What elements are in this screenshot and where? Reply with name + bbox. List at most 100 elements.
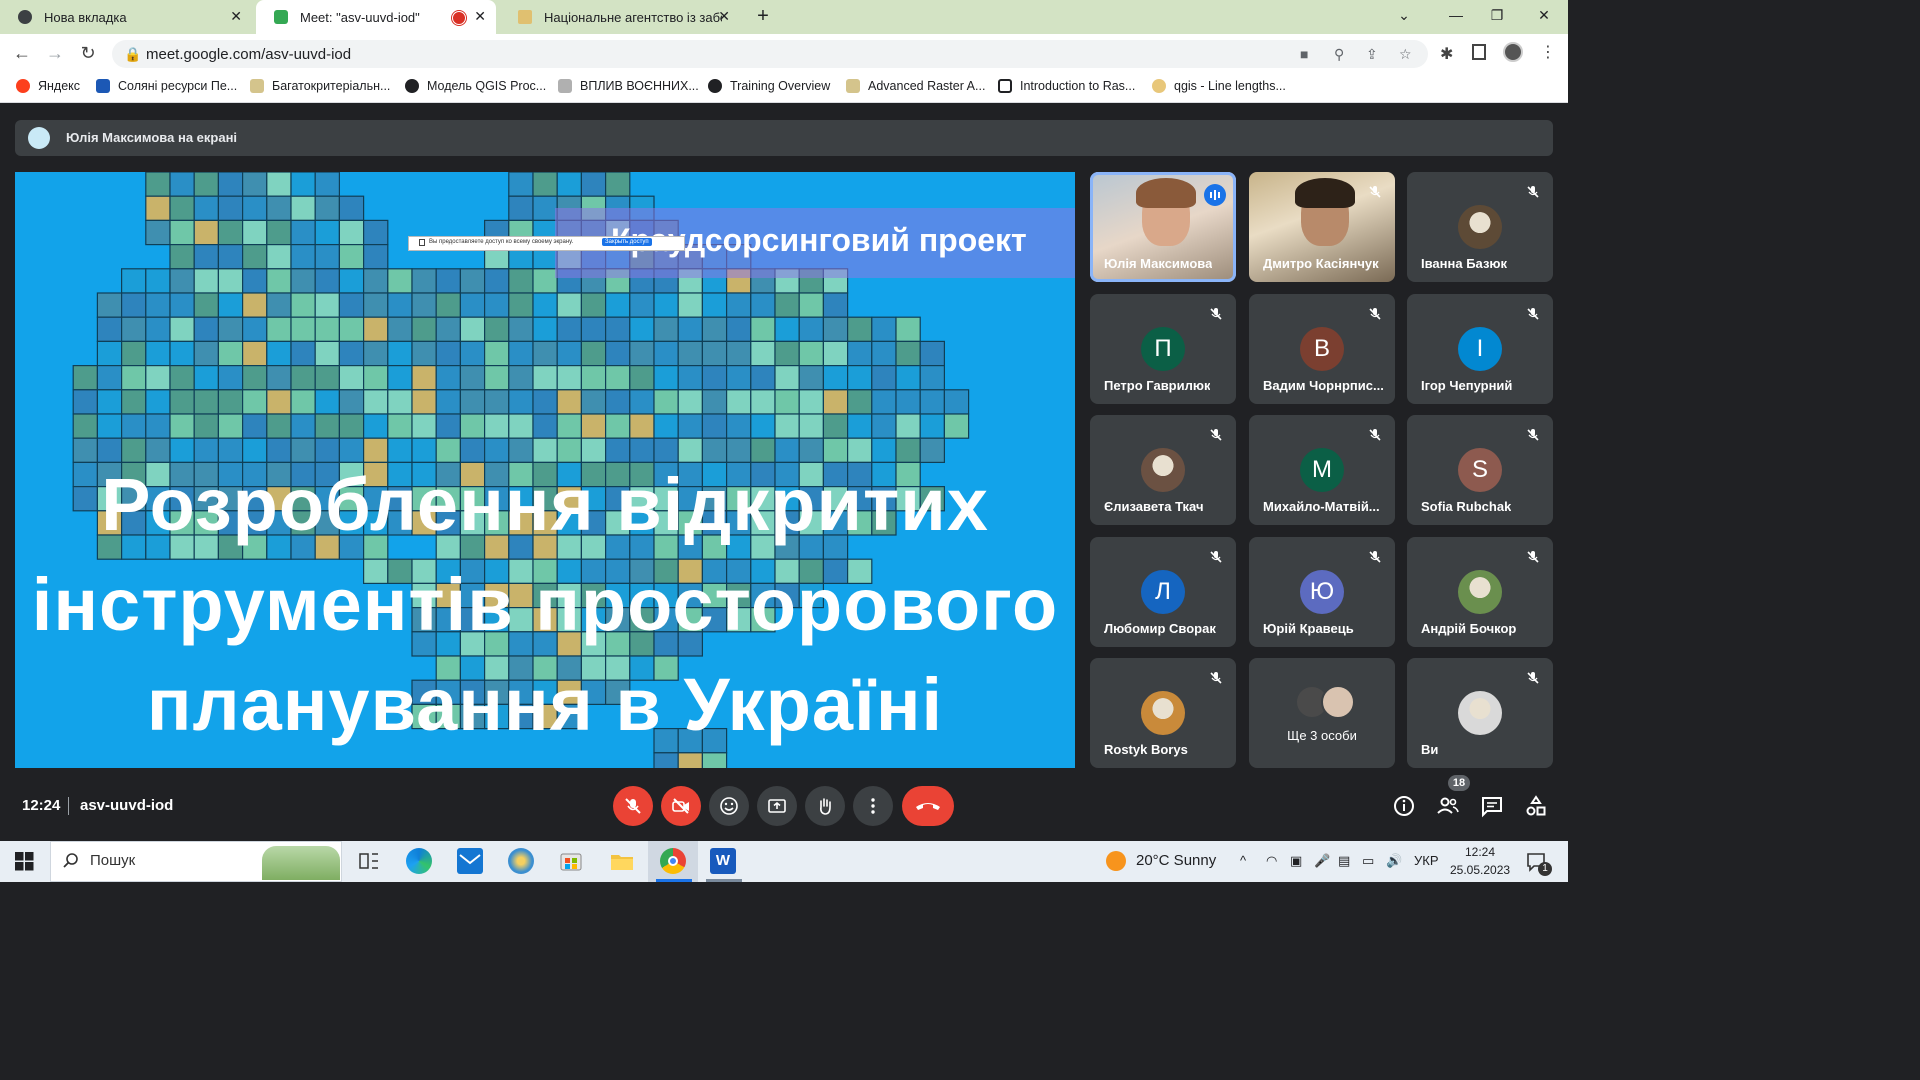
new-tab-icon[interactable]: + — [753, 5, 773, 28]
profile-avatar[interactable] — [1503, 42, 1523, 62]
tab-national-agency[interactable]: Національне агентство із забезп ✕ — [500, 0, 740, 34]
map-tile — [653, 437, 679, 464]
map-tile — [532, 268, 558, 294]
yandex-icon — [16, 79, 30, 93]
chrome-taskbar-icon[interactable] — [660, 848, 686, 874]
lock-icon[interactable]: 🔒 — [124, 46, 141, 63]
weather-text[interactable]: 20°C Sunny — [1136, 852, 1216, 869]
bookmark-item[interactable]: Training Overview — [708, 79, 830, 93]
camera-button[interactable] — [661, 786, 701, 826]
camera-in-use-icon[interactable]: ■ — [1300, 46, 1308, 62]
forward-icon[interactable]: → — [43, 41, 67, 65]
present-button[interactable] — [757, 786, 797, 826]
map-tile — [145, 316, 171, 342]
task-view-icon[interactable] — [356, 848, 382, 874]
close-window-icon[interactable]: ✕ — [1534, 7, 1554, 24]
close-tab-icon[interactable]: ✕ — [230, 8, 242, 25]
participant-tile[interactable]: Дмитро Касіянчук — [1249, 172, 1395, 282]
taskbar-date[interactable]: 25.05.2023 — [1450, 863, 1510, 877]
participant-tile[interactable]: І Ігор Чепурний — [1407, 294, 1553, 404]
map-tile — [774, 316, 800, 342]
map-tile — [556, 413, 583, 439]
bookmark-item[interactable]: Багатокритеріальн... — [250, 79, 390, 93]
map-tile — [701, 389, 728, 415]
bookmark-item[interactable]: Advanced Raster A... — [846, 79, 985, 93]
meeting-info-icon[interactable] — [1392, 794, 1416, 818]
bookmark-item[interactable]: Модель QGIS Proc... — [405, 79, 546, 93]
people-icon[interactable] — [1436, 794, 1460, 818]
volume-icon[interactable]: 🔊 — [1386, 853, 1402, 869]
mic-muted-icon — [1367, 427, 1383, 443]
close-tab-icon[interactable]: ✕ — [718, 8, 730, 25]
bookmark-star-icon[interactable]: ☆ — [1399, 46, 1412, 63]
reactions-button[interactable] — [709, 786, 749, 826]
participant-tile[interactable]: Єлизавета Ткач — [1090, 415, 1236, 525]
map-tile — [387, 389, 413, 415]
paint-app-icon[interactable] — [508, 848, 534, 874]
participant-name: Ігор Чепурний — [1421, 378, 1513, 393]
weather-sun-icon[interactable] — [1106, 851, 1126, 871]
zoom-icon[interactable]: ⚲ — [1334, 46, 1344, 63]
tab-new-tab[interactable]: Нова вкладка ✕ — [0, 0, 252, 34]
minimize-icon[interactable]: — — [1446, 7, 1466, 23]
bookmark-item[interactable]: ВПЛИВ ВОЄННИХ... — [558, 79, 699, 93]
tab-search-chevron-icon[interactable]: ⌄ — [1394, 7, 1414, 24]
bookmark-item[interactable]: qgis - Line lengths... — [1152, 79, 1286, 93]
meet-in-use-icon[interactable]: ▣ — [1290, 853, 1302, 869]
leave-call-button[interactable] — [902, 786, 954, 826]
map-tile — [556, 365, 583, 391]
reload-icon[interactable]: ↻ — [76, 41, 100, 65]
map-tile — [363, 437, 389, 464]
participant-tile[interactable]: Л Любомир Сворак — [1090, 537, 1236, 647]
tray-chevron-up-icon[interactable]: ^ — [1240, 853, 1246, 868]
taskbar-clock[interactable]: 12:24 — [1465, 845, 1495, 859]
microphone-button[interactable] — [613, 786, 653, 826]
shared-screen-slide[interactable]: Краудсорсинговий проект Вы предоставляет… — [15, 172, 1075, 768]
map-tile — [701, 292, 728, 318]
screen-icon — [419, 239, 425, 246]
raise-hand-button[interactable] — [805, 786, 845, 826]
file-explorer-icon[interactable] — [609, 848, 635, 874]
map-tile — [725, 316, 752, 342]
microphone-tray-icon[interactable]: 🎤 — [1314, 853, 1330, 869]
tab-meet[interactable]: Meet: "asv-uuvd-iod" ✕ — [256, 0, 496, 34]
participant-tile[interactable]: Юлія Максимова — [1090, 172, 1236, 282]
participant-tile[interactable]: Ви — [1407, 658, 1553, 768]
participant-tile[interactable]: Ю Юрій Кравець — [1249, 537, 1395, 647]
map-tile — [145, 437, 171, 464]
store-icon[interactable] — [558, 848, 584, 874]
chrome-menu-icon[interactable]: ⋮ — [1540, 42, 1556, 62]
windows-start-icon[interactable] — [15, 852, 34, 871]
battery-icon[interactable]: ▭ — [1362, 853, 1374, 869]
close-tab-icon[interactable]: ✕ — [474, 8, 486, 25]
back-icon[interactable]: ← — [10, 41, 34, 65]
screen-share-tray-icon[interactable]: ▤ — [1338, 853, 1350, 869]
more-options-button[interactable] — [853, 786, 893, 826]
network-icon[interactable]: ◠ — [1266, 853, 1277, 869]
participant-tile[interactable]: S Sofia Rubchak — [1407, 415, 1553, 525]
participant-tile[interactable]: В Вадим Чорнрпис... — [1249, 294, 1395, 404]
mail-icon[interactable] — [457, 848, 483, 874]
participant-tile[interactable]: Rostyk Borys — [1090, 658, 1236, 768]
participant-tile[interactable]: П Петро Гаврилюк — [1090, 294, 1236, 404]
map-tile — [484, 292, 510, 318]
extensions-icon[interactable]: ✱ — [1440, 44, 1453, 64]
word-icon[interactable]: W — [710, 848, 736, 874]
map-tile — [338, 195, 365, 222]
participant-tile[interactable]: Ще 3 особи — [1249, 658, 1395, 768]
bookmark-item[interactable]: Introduction to Ras... — [998, 79, 1135, 93]
edge-icon[interactable] — [406, 848, 432, 874]
participant-tile[interactable]: М Михайло-Матвій... — [1249, 415, 1395, 525]
side-panel-icon[interactable] — [1472, 44, 1486, 60]
bookmark-item[interactable]: Соляні ресурси Пе... — [96, 79, 237, 93]
input-language[interactable]: УКР — [1414, 853, 1439, 868]
stop-sharing-button[interactable]: Закрыть доступ — [602, 238, 652, 246]
bookmark-item[interactable]: Яндекс — [16, 79, 80, 93]
activities-icon[interactable] — [1524, 794, 1548, 818]
maximize-icon[interactable]: ❐ — [1487, 7, 1507, 24]
chat-icon[interactable] — [1480, 794, 1504, 818]
address-bar[interactable]: 🔒 meet.google.com/asv-uuvd-iod ■ ⚲ ⇪ ☆ — [112, 40, 1428, 68]
participant-tile[interactable]: Іванна Базюк — [1407, 172, 1553, 282]
share-icon[interactable]: ⇪ — [1366, 46, 1378, 63]
participant-tile[interactable]: Андрій Бочкор — [1407, 537, 1553, 647]
